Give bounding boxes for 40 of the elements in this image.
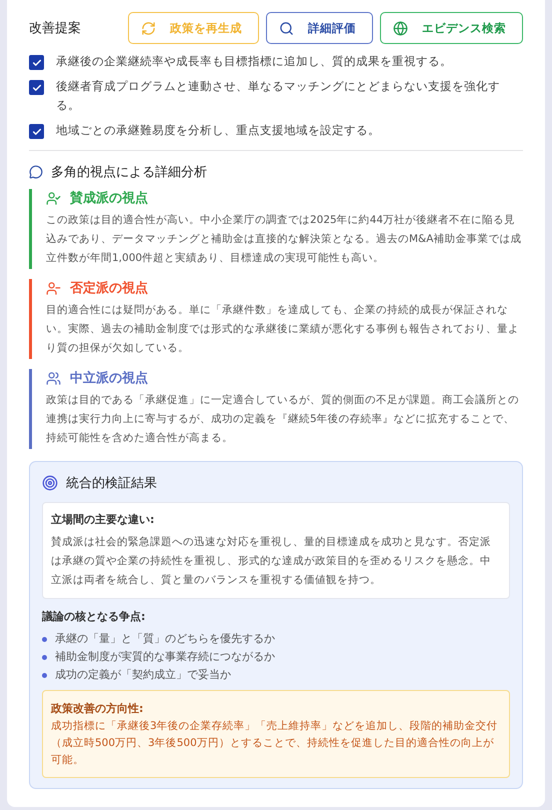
evaluate-button[interactable]: 詳細評価 bbox=[266, 12, 373, 44]
issue-text: 補助金制度が実質的な事業存続につながるか bbox=[55, 649, 275, 665]
check-icon bbox=[32, 126, 42, 136]
perspective-text: 目的適合性には疑問がある。単に「承継件数」を達成しても、企業の持続的成長が保証されない。実際、過去の補助金制度では形式的な承継後に業績が悪化する事例も報告されており、量より質の担保が欠如している。 bbox=[46, 303, 520, 356]
issues-heading: 議論の核となる争点: bbox=[42, 609, 146, 624]
result-title: 統合的検証結果 bbox=[66, 475, 157, 492]
suggestion-text: 承継後の企業継続率や成長率も目標指標に追加し、質的成果を重視する。 bbox=[56, 53, 452, 70]
direction-heading: 政策改善の方向性: bbox=[51, 701, 144, 716]
differences-heading: 立場間の主要な違い: bbox=[51, 512, 156, 527]
target-icon bbox=[42, 475, 58, 491]
direction-text: 成功指標に「承継後3年後の企業存続率」「売上維持率」などを追加し、段階的補助金交付（成立時500万円、3年後500万円）とすることで、持続性を促進した目的適合性の向上が可能。 bbox=[51, 719, 499, 768]
bullet-dot bbox=[42, 636, 47, 642]
evidence-search-button[interactable]: エビデンス検索 bbox=[380, 12, 523, 44]
perspective-title: 賛成派の視点 bbox=[70, 190, 148, 207]
checkbox[interactable] bbox=[29, 124, 44, 139]
users-icon bbox=[46, 370, 61, 386]
regenerate-button[interactable]: 政策を再生成 bbox=[128, 12, 259, 44]
issue-text: 成功の定義が「契約成立」で妥当か bbox=[55, 667, 231, 683]
suggestion-text: 地域ごとの承継難易度を分析し、重点支援地域を設定する。 bbox=[56, 122, 380, 139]
bullet-dot bbox=[42, 672, 47, 678]
perspective-text: この政策は目的適合性が高い。中小企業庁の調査では2025年に約44万社が後継者不在に陥る見込みであり、データマッチングと補助金は直接的な解決策となる。過去のM&A補助金事業では成立件数が年間1,000件超と実績あり、目標達成の実現可能性も高い。 bbox=[46, 213, 522, 266]
refresh-icon bbox=[141, 20, 156, 36]
suggestion-text: 後継者育成プログラムと連動させ、単なるマッチングにとどまらない支援を強化する。 bbox=[56, 78, 501, 114]
globe-icon bbox=[393, 20, 408, 36]
bullet-dot bbox=[42, 654, 47, 660]
check-icon bbox=[32, 58, 42, 68]
search-icon bbox=[279, 20, 294, 36]
perspective-text: 政策は目的である「承継促進」に一定適合しているが、質的側面の不足が課題。商工会議所との連携は実行力向上に寄与するが、成功の定義を『継続5年後の存続率』などに拡充することで、持続可能性を含めた適合性が高まる。 bbox=[46, 393, 520, 446]
user-check-icon bbox=[46, 190, 61, 206]
section-title: 多角的視点による詳細分析 bbox=[51, 164, 207, 181]
perspective-title: 否定派の視点 bbox=[70, 280, 148, 297]
issue-text: 承継の「量」と「質」のどちらを優先するか bbox=[55, 631, 275, 647]
user-minus-icon bbox=[46, 280, 61, 296]
perspective-title: 中立派の視点 bbox=[70, 370, 148, 387]
differences-text: 賛成派は社会的緊急課題への迅速な対応を重視し、量的目標達成を成功と見なす。否定派は承継の質や企業の持続性を重視し、形式的な達成が政策目的を歪めるリスクを懸念。中立派は両者を統合し、質と量のバランスを重視する価値観を持つ。 bbox=[51, 535, 492, 588]
checkbox[interactable] bbox=[29, 80, 44, 95]
check-icon bbox=[32, 82, 42, 92]
chat-bubble-icon bbox=[29, 165, 43, 179]
checkbox[interactable] bbox=[29, 55, 44, 70]
section-title: 改善提案 bbox=[29, 20, 81, 37]
